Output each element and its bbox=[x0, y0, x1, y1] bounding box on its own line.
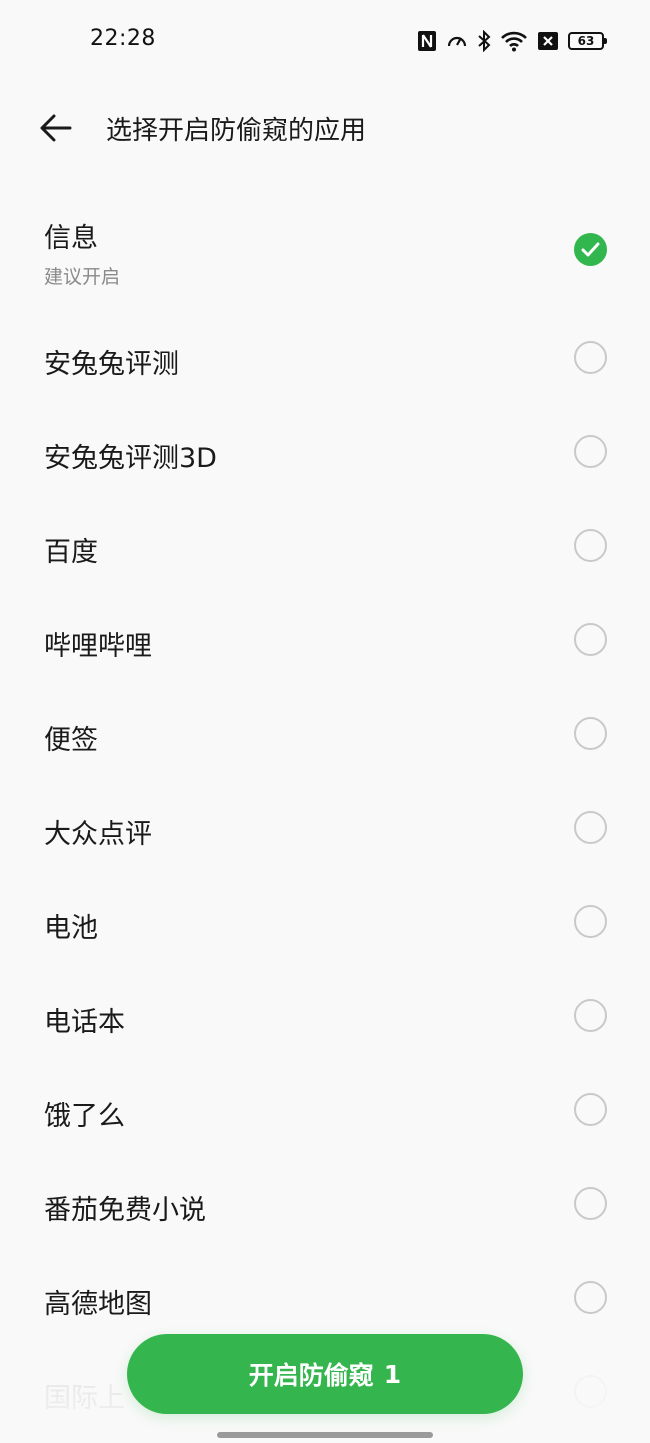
app-name: 饿了么 bbox=[44, 1101, 125, 1132]
app-name: 番茄免费小说 bbox=[44, 1195, 206, 1226]
status-icons: 63 bbox=[417, 28, 607, 54]
list-item[interactable]: 饿了么 bbox=[0, 1060, 650, 1154]
wifi-icon bbox=[500, 30, 528, 52]
list-item[interactable]: 番茄免费小说 bbox=[0, 1154, 650, 1248]
app-name: 国际上 bbox=[44, 1383, 125, 1414]
checkbox[interactable] bbox=[574, 999, 607, 1032]
checkbox[interactable] bbox=[574, 905, 607, 938]
status-bar: 22:28 63 bbox=[0, 0, 650, 84]
back-button[interactable] bbox=[34, 108, 78, 148]
checkbox[interactable] bbox=[574, 1375, 607, 1408]
speed-icon bbox=[446, 30, 468, 52]
app-name: 哔哩哔哩 bbox=[44, 631, 152, 662]
app-name: 高德地图 bbox=[44, 1289, 152, 1320]
checkmark-icon bbox=[581, 242, 600, 257]
nfc-icon bbox=[417, 30, 437, 52]
app-name: 便签 bbox=[44, 725, 98, 756]
checkbox[interactable] bbox=[574, 1093, 607, 1126]
list-item[interactable]: 安兔兔评测 bbox=[0, 308, 650, 402]
checkbox[interactable] bbox=[574, 811, 607, 844]
app-name: 安兔兔评测 bbox=[44, 349, 179, 380]
list-item[interactable]: 哔哩哔哩 bbox=[0, 590, 650, 684]
app-list: 信息 建议开启 安兔兔评测 安兔兔评测3D 百度 哔哩哔哩 便签 大众点评 电池… bbox=[0, 202, 650, 1436]
x-notification-icon bbox=[537, 31, 559, 51]
checkbox[interactable] bbox=[574, 529, 607, 562]
checkbox[interactable] bbox=[574, 435, 607, 468]
checkbox-checked[interactable] bbox=[574, 233, 607, 266]
app-name: 大众点评 bbox=[44, 819, 152, 850]
checkbox[interactable] bbox=[574, 1281, 607, 1314]
checkbox[interactable] bbox=[574, 341, 607, 374]
list-item[interactable]: 便签 bbox=[0, 684, 650, 778]
header: 选择开启防偷窥的应用 bbox=[0, 92, 650, 164]
battery-icon: 63 bbox=[568, 32, 607, 50]
list-item[interactable]: 电池 bbox=[0, 872, 650, 966]
list-item[interactable]: 高德地图 bbox=[0, 1248, 650, 1342]
app-name: 信息 bbox=[44, 223, 98, 254]
app-name: 电话本 bbox=[44, 1007, 125, 1038]
list-item[interactable]: 电话本 bbox=[0, 966, 650, 1060]
app-name: 安兔兔评测3D bbox=[44, 443, 217, 474]
enable-button-count: 1 bbox=[383, 1359, 402, 1389]
back-arrow-icon bbox=[40, 114, 72, 142]
list-item[interactable]: 安兔兔评测3D bbox=[0, 402, 650, 496]
enable-button-label: 开启防偷窥 bbox=[248, 1361, 374, 1390]
list-item[interactable]: 大众点评 bbox=[0, 778, 650, 872]
checkbox[interactable] bbox=[574, 623, 607, 656]
status-time: 22:28 bbox=[90, 26, 156, 51]
bluetooth-icon bbox=[477, 30, 491, 52]
app-name: 百度 bbox=[44, 537, 98, 568]
enable-privacy-button[interactable]: 开启防偷窥 1 bbox=[127, 1334, 523, 1414]
list-item[interactable]: 百度 bbox=[0, 496, 650, 590]
checkbox[interactable] bbox=[574, 717, 607, 750]
checkbox[interactable] bbox=[574, 1187, 607, 1220]
app-name: 电池 bbox=[44, 913, 98, 944]
app-subtitle: 建议开启 bbox=[44, 266, 121, 288]
page-title: 选择开启防偷窥的应用 bbox=[106, 116, 367, 146]
list-item-message[interactable]: 信息 建议开启 bbox=[0, 202, 650, 308]
home-indicator[interactable] bbox=[217, 1432, 433, 1438]
